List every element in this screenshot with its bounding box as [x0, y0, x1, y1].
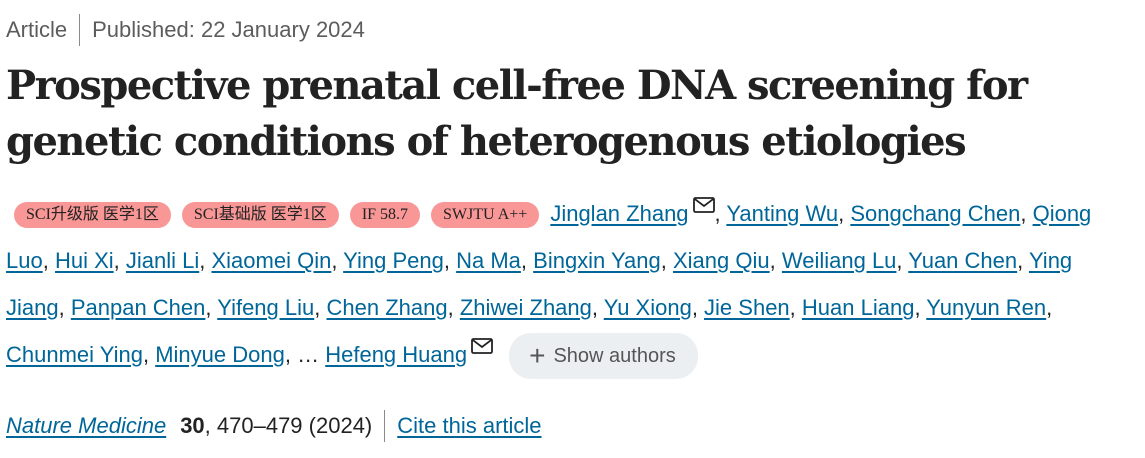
show-authors-button[interactable]: + Show authors: [509, 333, 698, 380]
citation-line: Nature Medicine 30 , 470–479 (2024) Cite…: [6, 408, 542, 444]
citation-divider: [384, 410, 386, 442]
author-link[interactable]: Xiaomei Qin: [211, 248, 331, 273]
author-link[interactable]: Ying Peng: [343, 248, 444, 273]
cite-this-article-link[interactable]: Cite this article: [397, 413, 541, 439]
author-link[interactable]: Jinglan Zhang: [550, 201, 688, 226]
meta-divider: [79, 14, 81, 46]
author-link[interactable]: Chunmei Ying: [6, 342, 143, 367]
author-link[interactable]: Yanting Wu: [726, 201, 838, 226]
plus-icon: +: [529, 340, 546, 372]
author-link[interactable]: Yunyun Ren: [926, 295, 1046, 320]
author-link[interactable]: Yuan Chen: [908, 248, 1017, 273]
article-type: Article: [6, 17, 68, 42]
author-ellipsis: …: [297, 342, 320, 367]
author-link[interactable]: Yu Xiong: [604, 295, 692, 320]
author-list: SCI升级版 医学1区 SCI基础版 医学1区 IF 58.7 SWJTU A++ Ji…: [6, 190, 1116, 380]
author-link[interactable]: Chen Zhang: [327, 295, 448, 320]
author-link[interactable]: Panpan Chen: [71, 295, 206, 320]
author-link-last[interactable]: Hefeng Huang: [325, 342, 467, 367]
author-link[interactable]: Na Ma: [456, 248, 521, 273]
author-link[interactable]: Yifeng Liu: [217, 295, 314, 320]
swjtu-badge: SWJTU A++: [431, 202, 540, 228]
mail-icon[interactable]: [471, 338, 494, 354]
author-link[interactable]: Huan Liang: [802, 295, 915, 320]
author-link[interactable]: Jie Shen: [704, 295, 790, 320]
author-link[interactable]: Minyue Dong: [155, 342, 285, 367]
sci-basic-badge: SCI基础版 医学1区: [181, 202, 339, 228]
sci-upgrade-badge: SCI升级版 医学1区: [14, 202, 171, 228]
published-date: Published: 22 January 2024: [92, 17, 365, 42]
author-link[interactable]: Songchang Chen: [850, 201, 1020, 226]
pages-year: , 470–479 (2024): [204, 413, 373, 438]
impact-factor-badge: IF 58.7: [349, 202, 421, 228]
show-authors-label: Show authors: [553, 344, 676, 367]
author-link[interactable]: Hui Xi: [55, 248, 114, 273]
article-title: Prospective prenatal cell-free DNA scree…: [6, 62, 1028, 165]
volume: 30: [180, 413, 205, 438]
author-link[interactable]: Jianli Li: [126, 248, 199, 273]
author-link[interactable]: Xiang Qiu: [673, 248, 770, 273]
mail-icon[interactable]: [692, 197, 715, 213]
article-meta: Article Published: 22 January 2024: [6, 14, 365, 46]
author-link[interactable]: Zhiwei Zhang: [460, 295, 592, 320]
author-link[interactable]: Bingxin Yang: [533, 248, 661, 273]
author-link[interactable]: Weiliang Lu: [782, 248, 897, 273]
journal-link[interactable]: Nature Medicine: [6, 413, 166, 439]
